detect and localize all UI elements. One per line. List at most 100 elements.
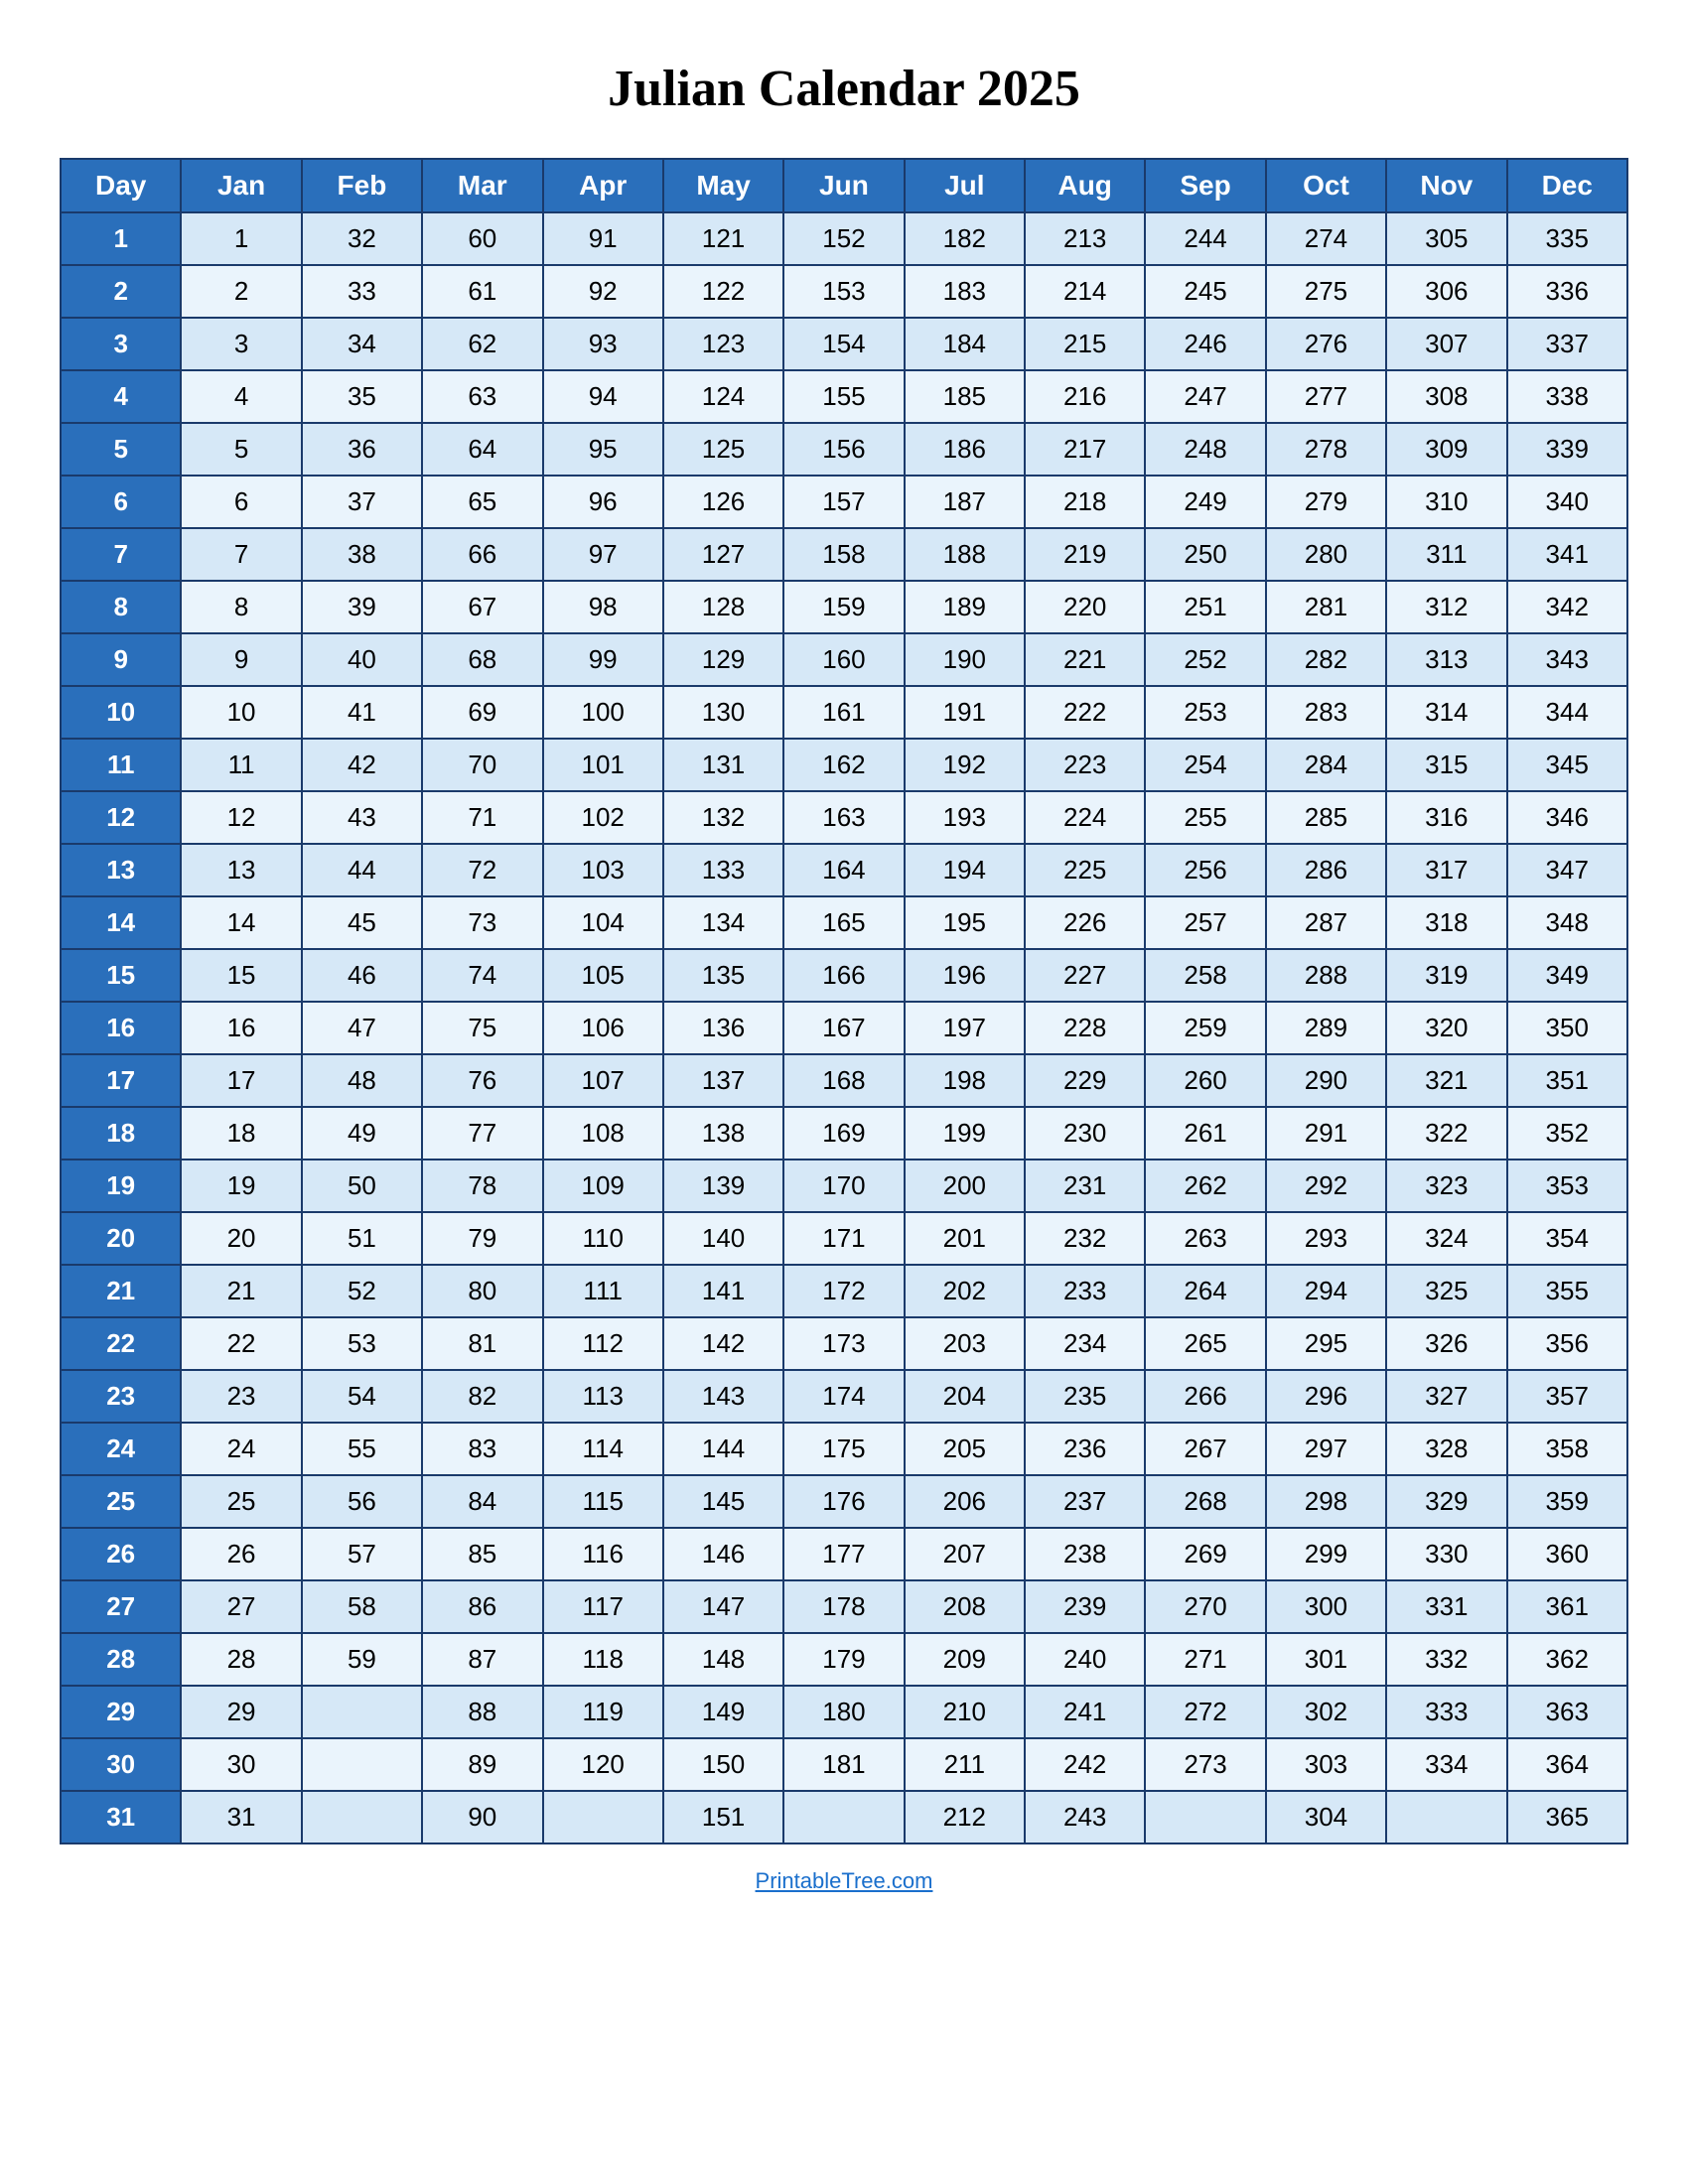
- data-cell: 232: [1025, 1212, 1145, 1265]
- data-cell: 169: [783, 1107, 904, 1160]
- day-cell: 25: [61, 1475, 181, 1528]
- table-row: 17174876107137168198229260290321351: [61, 1054, 1627, 1107]
- data-cell: 112: [543, 1317, 663, 1370]
- data-cell: 236: [1025, 1423, 1145, 1475]
- day-cell: 3: [61, 318, 181, 370]
- data-cell: 338: [1507, 370, 1628, 423]
- day-cell: 8: [61, 581, 181, 633]
- data-cell: 70: [422, 739, 542, 791]
- data-cell: 327: [1386, 1370, 1506, 1423]
- data-cell: 3: [181, 318, 301, 370]
- data-cell: 204: [905, 1370, 1025, 1423]
- data-cell: 194: [905, 844, 1025, 896]
- table-row: 303089120150181211242273303334364: [61, 1738, 1627, 1791]
- column-header-mar: Mar: [422, 159, 542, 212]
- data-cell: 284: [1266, 739, 1386, 791]
- data-cell: 309: [1386, 423, 1506, 476]
- data-cell: 275: [1266, 265, 1386, 318]
- data-cell: 168: [783, 1054, 904, 1107]
- day-cell: 23: [61, 1370, 181, 1423]
- data-cell: 43: [302, 791, 422, 844]
- data-cell: 123: [663, 318, 783, 370]
- data-cell: 145: [663, 1475, 783, 1528]
- data-cell: 76: [422, 1054, 542, 1107]
- data-cell: 257: [1145, 896, 1265, 949]
- data-cell: 317: [1386, 844, 1506, 896]
- data-cell: [302, 1738, 422, 1791]
- data-cell: 341: [1507, 528, 1628, 581]
- data-cell: 314: [1386, 686, 1506, 739]
- data-cell: 27: [181, 1580, 301, 1633]
- table-row: 22225381112142173203234265295326356: [61, 1317, 1627, 1370]
- data-cell: 344: [1507, 686, 1628, 739]
- data-cell: 170: [783, 1160, 904, 1212]
- data-cell: 202: [905, 1265, 1025, 1317]
- data-cell: 13: [181, 844, 301, 896]
- data-cell: 140: [663, 1212, 783, 1265]
- data-cell: 167: [783, 1002, 904, 1054]
- data-cell: 250: [1145, 528, 1265, 581]
- data-cell: 222: [1025, 686, 1145, 739]
- data-cell: 55: [302, 1423, 422, 1475]
- day-cell: 14: [61, 896, 181, 949]
- data-cell: 225: [1025, 844, 1145, 896]
- day-cell: 1: [61, 212, 181, 265]
- data-cell: 200: [905, 1160, 1025, 1212]
- data-cell: 106: [543, 1002, 663, 1054]
- data-cell: 75: [422, 1002, 542, 1054]
- data-cell: 299: [1266, 1528, 1386, 1580]
- data-cell: 69: [422, 686, 542, 739]
- day-cell: 16: [61, 1002, 181, 1054]
- table-row: 21215280111141172202233264294325355: [61, 1265, 1627, 1317]
- data-cell: 150: [663, 1738, 783, 1791]
- data-cell: 26: [181, 1528, 301, 1580]
- data-cell: 332: [1386, 1633, 1506, 1686]
- data-cell: 183: [905, 265, 1025, 318]
- data-cell: [543, 1791, 663, 1843]
- data-cell: 311: [1386, 528, 1506, 581]
- day-cell: 6: [61, 476, 181, 528]
- data-cell: 293: [1266, 1212, 1386, 1265]
- data-cell: 206: [905, 1475, 1025, 1528]
- data-cell: 159: [783, 581, 904, 633]
- data-cell: 94: [543, 370, 663, 423]
- data-cell: 24: [181, 1423, 301, 1475]
- data-cell: 83: [422, 1423, 542, 1475]
- data-cell: 264: [1145, 1265, 1265, 1317]
- data-cell: 279: [1266, 476, 1386, 528]
- data-cell: 87: [422, 1633, 542, 1686]
- day-cell: 19: [61, 1160, 181, 1212]
- day-cell: 30: [61, 1738, 181, 1791]
- data-cell: 50: [302, 1160, 422, 1212]
- data-cell: 53: [302, 1317, 422, 1370]
- table-row: 292988119149180210241272302333363: [61, 1686, 1627, 1738]
- data-cell: 120: [543, 1738, 663, 1791]
- data-cell: 88: [422, 1686, 542, 1738]
- data-cell: 49: [302, 1107, 422, 1160]
- data-cell: 219: [1025, 528, 1145, 581]
- footer-link[interactable]: PrintableTree.com: [756, 1868, 933, 1894]
- data-cell: 346: [1507, 791, 1628, 844]
- data-cell: 349: [1507, 949, 1628, 1002]
- data-cell: 353: [1507, 1160, 1628, 1212]
- data-cell: 347: [1507, 844, 1628, 896]
- table-row: 10104169100130161191222253283314344: [61, 686, 1627, 739]
- data-cell: 33: [302, 265, 422, 318]
- data-cell: 262: [1145, 1160, 1265, 1212]
- data-cell: 190: [905, 633, 1025, 686]
- data-cell: 139: [663, 1160, 783, 1212]
- data-cell: 303: [1266, 1738, 1386, 1791]
- data-cell: 207: [905, 1528, 1025, 1580]
- data-cell: 248: [1145, 423, 1265, 476]
- data-cell: 287: [1266, 896, 1386, 949]
- data-cell: 292: [1266, 1160, 1386, 1212]
- data-cell: 239: [1025, 1580, 1145, 1633]
- data-cell: 224: [1025, 791, 1145, 844]
- data-cell: 244: [1145, 212, 1265, 265]
- data-cell: 298: [1266, 1475, 1386, 1528]
- data-cell: 85: [422, 1528, 542, 1580]
- data-cell: 4: [181, 370, 301, 423]
- data-cell: 16: [181, 1002, 301, 1054]
- data-cell: 58: [302, 1580, 422, 1633]
- data-cell: 133: [663, 844, 783, 896]
